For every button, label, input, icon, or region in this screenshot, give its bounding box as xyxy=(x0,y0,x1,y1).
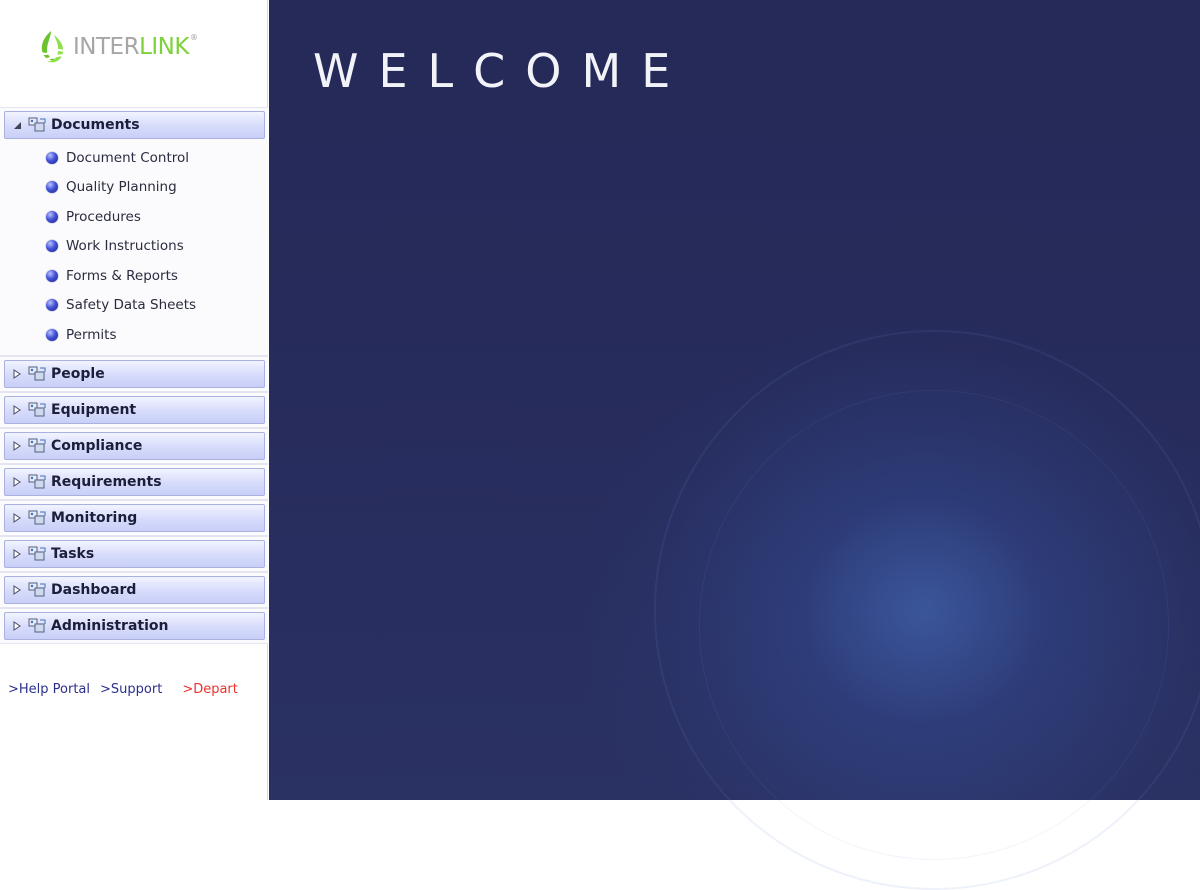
nav-item-forms-reports[interactable]: Forms & Reports xyxy=(0,261,268,291)
nav-group-administration: Administration xyxy=(0,607,268,644)
triangle-right-icon xyxy=(10,476,24,487)
nav-item-label: Document Control xyxy=(66,149,190,166)
triangle-right-icon xyxy=(10,548,24,559)
blue-orb-icon xyxy=(46,151,58,164)
logo: INTERLINK® xyxy=(37,27,237,67)
blue-orb-icon xyxy=(46,210,58,223)
nav-group-requirements: Requirements xyxy=(0,463,268,500)
modules-icon xyxy=(28,581,48,599)
nav-item-label: Forms & Reports xyxy=(66,267,178,284)
nav-item-work-instructions[interactable]: Work Instructions xyxy=(0,232,268,262)
modules-icon xyxy=(28,509,48,527)
nav-group-dashboard: Dashboard xyxy=(0,571,268,608)
nav-group-header-tasks[interactable]: Tasks xyxy=(4,539,265,568)
brand-reg: ® xyxy=(189,32,198,42)
nav-item-label: Permits xyxy=(66,326,117,343)
blue-orb-icon xyxy=(46,181,58,194)
blue-orb-icon xyxy=(46,299,58,312)
main-content: WELCOME xyxy=(269,0,1200,890)
nav-group-header-dashboard[interactable]: Dashboard xyxy=(4,575,265,604)
nav-group-compliance: Compliance xyxy=(0,427,268,464)
interlink-logo-icon xyxy=(40,31,65,63)
nav-item-label: Work Instructions xyxy=(66,238,184,255)
nav-group-label: Dashboard xyxy=(51,581,137,598)
navigation-panel: Documents Document Control Quality Plann… xyxy=(0,107,268,644)
brand-link: LINK xyxy=(139,33,189,60)
nav-group-label: Tasks xyxy=(51,545,95,562)
blue-orb-icon xyxy=(46,269,58,282)
brand-inter: INTER xyxy=(73,33,140,60)
nav-group-label: Administration xyxy=(51,617,169,634)
modules-icon xyxy=(28,437,48,455)
nav-group-label: Equipment xyxy=(51,401,137,418)
nav-group-header-compliance[interactable]: Compliance xyxy=(4,431,265,460)
footer-links: >Help Portal >Support >Depart xyxy=(8,682,238,697)
nav-items-documents: Document Control Quality Planning Proced… xyxy=(0,141,268,354)
nav-group-label: People xyxy=(51,365,105,382)
triangle-right-icon xyxy=(10,368,24,379)
nav-group-label: Monitoring xyxy=(51,509,138,526)
nav-group-header-administration[interactable]: Administration xyxy=(4,611,265,640)
modules-icon xyxy=(28,365,48,383)
nav-item-label: Safety Data Sheets xyxy=(66,297,197,314)
nav-group-people: People xyxy=(0,355,268,392)
nav-item-quality-planning[interactable]: Quality Planning xyxy=(0,173,268,203)
help-portal-link[interactable]: >Help Portal xyxy=(8,682,90,697)
nav-item-safety-data-sheets[interactable]: Safety Data Sheets xyxy=(0,291,268,321)
triangle-down-icon xyxy=(10,121,24,130)
nav-group-header-requirements[interactable]: Requirements xyxy=(4,467,265,496)
nav-group-header-monitoring[interactable]: Monitoring xyxy=(4,503,265,532)
modules-icon xyxy=(28,473,48,491)
triangle-right-icon xyxy=(10,512,24,523)
support-link[interactable]: >Support xyxy=(100,682,162,697)
brand-name: INTERLINK® xyxy=(73,32,198,60)
nav-group-label: Requirements xyxy=(51,473,162,490)
nav-group-header-equipment[interactable]: Equipment xyxy=(4,395,265,424)
triangle-right-icon xyxy=(10,404,24,415)
background-ring-inner xyxy=(699,390,1169,860)
nav-item-permits[interactable]: Permits xyxy=(0,320,268,350)
nav-item-document-control[interactable]: Document Control xyxy=(0,143,268,173)
nav-item-label: Quality Planning xyxy=(66,179,177,196)
nav-group-label: Documents xyxy=(51,117,140,133)
nav-group-label: Compliance xyxy=(51,437,143,454)
nav-group-equipment: Equipment xyxy=(0,391,268,428)
nav-group-header-documents[interactable]: Documents xyxy=(4,111,265,139)
nav-group-documents: Documents Document Control Quality Plann… xyxy=(0,107,268,356)
welcome-heading: WELCOME xyxy=(313,44,691,98)
modules-icon xyxy=(28,116,48,134)
triangle-right-icon xyxy=(10,620,24,631)
sidebar: INTERLINK® Documents Document Control Qu… xyxy=(0,0,268,800)
blue-orb-icon xyxy=(46,240,58,253)
modules-icon xyxy=(28,401,48,419)
blue-orb-icon xyxy=(46,328,58,341)
nav-item-procedures[interactable]: Procedures xyxy=(0,202,268,232)
triangle-right-icon xyxy=(10,440,24,451)
nav-group-monitoring: Monitoring xyxy=(0,499,268,536)
depart-link[interactable]: >Depart xyxy=(182,682,238,697)
triangle-right-icon xyxy=(10,584,24,595)
modules-icon xyxy=(28,617,48,635)
modules-icon xyxy=(28,545,48,563)
nav-item-label: Procedures xyxy=(66,208,141,225)
nav-group-header-people[interactable]: People xyxy=(4,359,265,388)
nav-group-tasks: Tasks xyxy=(0,535,268,572)
